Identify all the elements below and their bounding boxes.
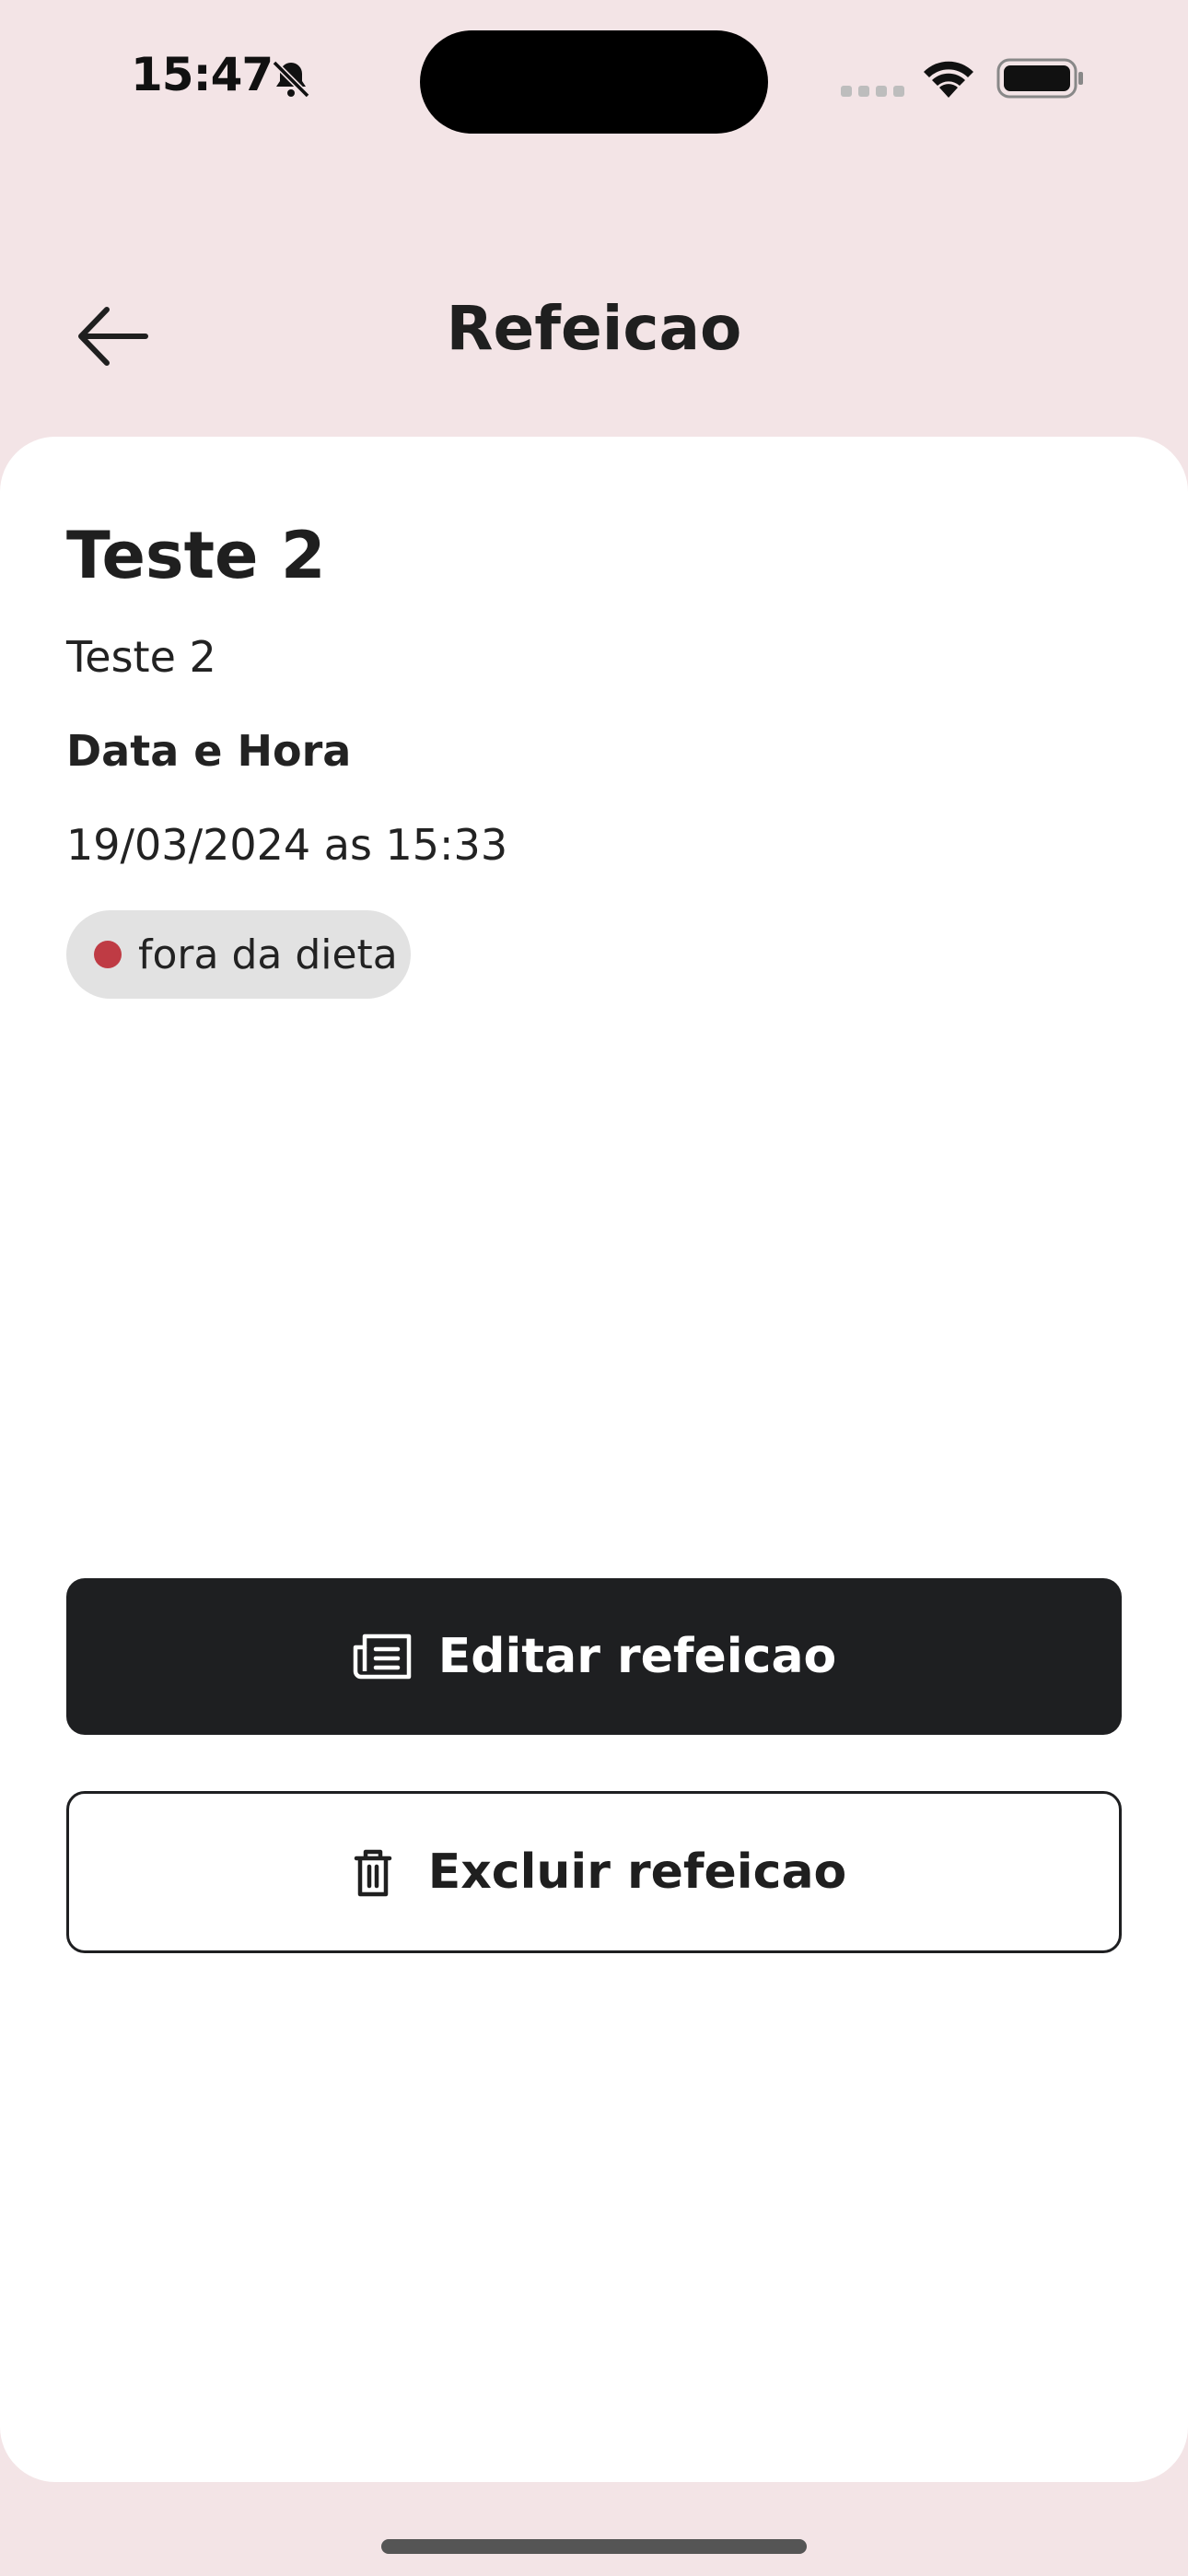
bell-slash-icon — [272, 60, 310, 99]
diet-status-label: fora da dieta — [138, 931, 398, 978]
delete-meal-button[interactable]: Excluir refeicao — [66, 1791, 1122, 1953]
edit-icon — [353, 1633, 411, 1680]
meal-name: Teste 2 — [66, 518, 326, 593]
edit-meal-label: Editar refeicao — [437, 1629, 837, 1684]
screen: 15:47 Refeicao Teste 2 Teste 2 Data e Ho… — [0, 0, 1188, 2576]
wifi-icon — [924, 61, 973, 98]
signal-icon — [841, 86, 904, 97]
delete-meal-label: Excluir refeicao — [427, 1844, 847, 1900]
off-diet-dot-icon — [94, 941, 122, 968]
datetime-value: 19/03/2024 as 15:33 — [66, 820, 508, 870]
dynamic-island — [420, 30, 768, 134]
meal-description: Teste 2 — [66, 632, 216, 682]
datetime-label: Data e Hora — [66, 726, 352, 776]
meal-details-card: Teste 2 Teste 2 Data e Hora 19/03/2024 a… — [0, 437, 1188, 2482]
status-time: 15:47 — [131, 48, 274, 101]
trash-icon — [354, 1849, 391, 1897]
page-title: Refeicao — [446, 293, 742, 364]
battery-icon — [996, 58, 1083, 99]
edit-meal-button[interactable]: Editar refeicao — [66, 1578, 1122, 1735]
home-indicator[interactable] — [381, 2539, 807, 2554]
diet-status-badge: fora da dieta — [66, 910, 411, 999]
